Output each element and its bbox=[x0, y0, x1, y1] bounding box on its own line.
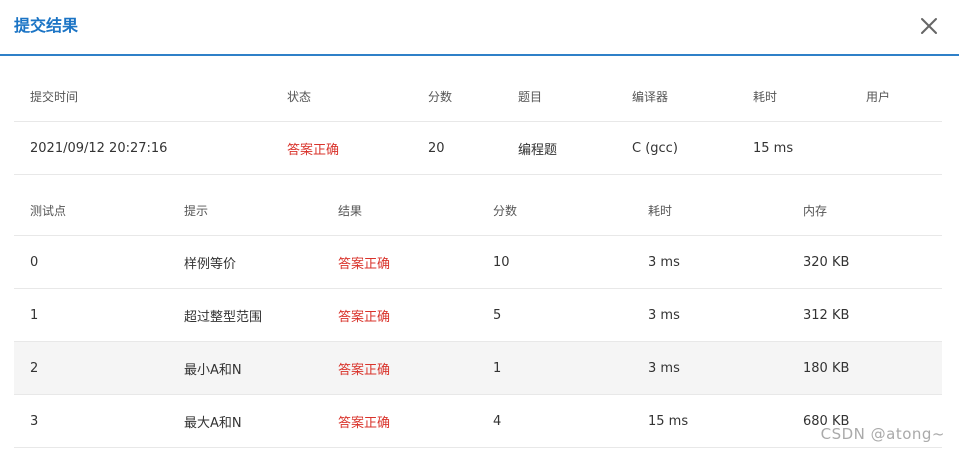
header-status: 状态 bbox=[271, 72, 412, 122]
test-memory: 312 KB bbox=[787, 288, 942, 342]
test-time: 3 ms bbox=[632, 288, 787, 342]
problem-name: 编程题 bbox=[502, 121, 616, 175]
header-score: 分数 bbox=[412, 72, 502, 122]
test-result: 答案正确 bbox=[322, 288, 477, 342]
header-case-time: 耗时 bbox=[632, 186, 787, 236]
table-row: 1 超过整型范围 答案正确 5 3 ms 312 KB bbox=[14, 288, 942, 342]
test-point-id: 0 bbox=[14, 235, 168, 289]
watermark: CSDN @atong~ bbox=[820, 425, 945, 443]
table-row: 3 最大A和N 答案正确 4 15 ms 680 KB bbox=[14, 394, 942, 448]
test-point-id: 2 bbox=[14, 341, 168, 395]
test-result: 答案正确 bbox=[322, 235, 477, 289]
test-hint: 超过整型范围 bbox=[168, 288, 322, 342]
test-score: 1 bbox=[477, 341, 632, 395]
close-button[interactable] bbox=[917, 14, 941, 38]
header-memory: 内存 bbox=[787, 186, 942, 236]
table-row: 2 最小A和N 答案正确 1 3 ms 180 KB bbox=[14, 341, 942, 395]
summary-row: 2021/09/12 20:27:16 答案正确 20 编程题 C (gcc) … bbox=[14, 121, 942, 175]
test-hint: 最小A和N bbox=[168, 341, 322, 395]
submission-score: 20 bbox=[412, 121, 502, 175]
header-compiler: 编译器 bbox=[616, 72, 737, 122]
header-test-point: 测试点 bbox=[14, 186, 168, 236]
test-result: 答案正确 bbox=[322, 341, 477, 395]
compiler: C (gcc) bbox=[616, 121, 737, 175]
summary-header-row: 提交时间 状态 分数 题目 编译器 耗时 用户 bbox=[14, 72, 942, 122]
test-memory: 180 KB bbox=[787, 341, 942, 395]
submit-time: 2021/09/12 20:27:16 bbox=[14, 121, 271, 175]
close-icon bbox=[921, 18, 937, 34]
header-user: 用户 bbox=[850, 72, 942, 122]
test-hint: 样例等价 bbox=[168, 235, 322, 289]
test-point-id: 1 bbox=[14, 288, 168, 342]
test-time: 3 ms bbox=[632, 235, 787, 289]
run-time: 15 ms bbox=[737, 121, 850, 175]
cases-header-row: 测试点 提示 结果 分数 耗时 内存 bbox=[14, 186, 942, 236]
dialog-title: 提交结果 bbox=[14, 16, 79, 35]
submission-status: 答案正确 bbox=[271, 121, 412, 175]
submission-result-dialog: 提交结果 提交时间 状态 分数 题目 编译器 耗时 用户 2021/09/12 … bbox=[0, 0, 959, 451]
test-time: 15 ms bbox=[632, 394, 787, 448]
header-case-score: 分数 bbox=[477, 186, 632, 236]
header-submit-time: 提交时间 bbox=[14, 72, 271, 122]
user bbox=[850, 121, 942, 175]
test-score: 4 bbox=[477, 394, 632, 448]
test-hint: 最大A和N bbox=[168, 394, 322, 448]
header-problem: 题目 bbox=[502, 72, 616, 122]
test-result: 答案正确 bbox=[322, 394, 477, 448]
test-time: 3 ms bbox=[632, 341, 787, 395]
test-score: 5 bbox=[477, 288, 632, 342]
submission-summary-table: 提交时间 状态 分数 题目 编译器 耗时 用户 2021/09/12 20:27… bbox=[14, 72, 942, 175]
header-hint: 提示 bbox=[168, 186, 322, 236]
header-time: 耗时 bbox=[737, 72, 850, 122]
header-result: 结果 bbox=[322, 186, 477, 236]
test-score: 10 bbox=[477, 235, 632, 289]
test-point-id: 3 bbox=[14, 394, 168, 448]
test-memory: 320 KB bbox=[787, 235, 942, 289]
table-row: 0 样例等价 答案正确 10 3 ms 320 KB bbox=[14, 235, 942, 289]
dialog-header: 提交结果 bbox=[0, 0, 959, 56]
test-case-table: 测试点 提示 结果 分数 耗时 内存 0 样例等价 答案正确 10 3 ms 3… bbox=[14, 186, 942, 448]
